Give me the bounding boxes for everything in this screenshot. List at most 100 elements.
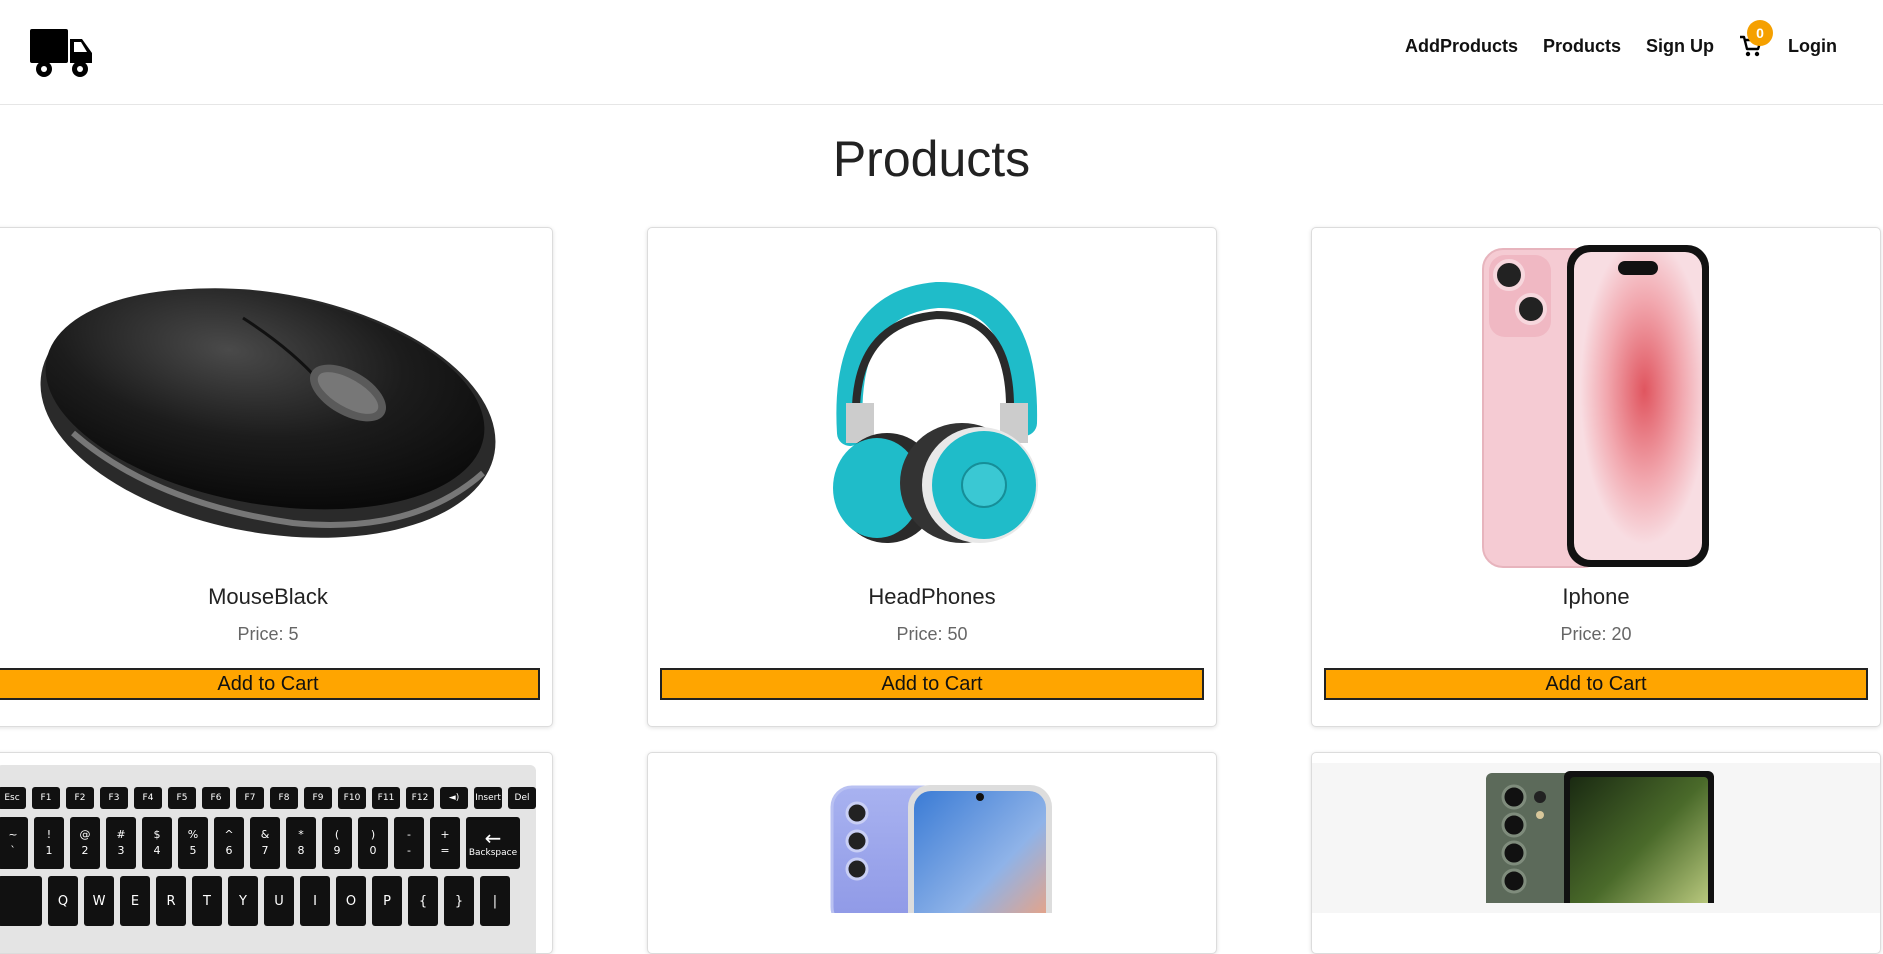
product-name: Iphone [1562,584,1630,609]
nav-login-link[interactable]: Login [1788,36,1837,57]
keyboard-q-row: Q W E R T Y U I O P{} | [0,876,516,926]
keyboard-key: R [156,876,186,926]
product-image-mouse [0,228,552,588]
product-price: Price: 20 [1560,624,1632,644]
nav-links: AddProducts Products Sign Up 0 Login [1405,20,1837,58]
keyboard-key: & 7 [250,817,280,869]
keyboard-key-shift-label: & [260,828,270,841]
product-card: Esc F1 F2 F3 F4 F5 F6 F7 F8 F9 F10 F11 F12 ◄) Insert De… [0,752,553,954]
nav-products-link[interactable]: Products [1543,36,1621,57]
keyboard-key-shift-label: ) [370,828,376,841]
keyboard-key-label: 2 [81,844,89,857]
keyboard-key: @2 [70,817,100,869]
product-card [1311,752,1881,954]
product-image-iphone [1312,228,1880,588]
keyboard-key: F8 [270,787,298,809]
add-to-cart-button[interactable]: Add to Cart [660,668,1204,700]
product-image-blue-phone [648,783,1216,933]
keyboard-key: Del [508,787,536,809]
keyboard-key: (9 [322,817,352,869]
keyboard-key-shift-label: ! [46,828,52,841]
keyboard-key: * 8 [286,817,316,869]
keyboard-key: ) 0 [358,817,388,869]
keyboard-key: F7 [236,787,264,809]
keyboard-key-label: 4 [153,844,161,857]
keyboard-key: O [336,876,366,926]
keyboard-key: F2 [66,787,94,809]
keyboard-key-shift-label: ~ [8,828,18,841]
product-name: MouseBlack [208,584,328,609]
keyboard-key-shift-label: ^ [224,828,234,841]
product-image-green-phone [1312,763,1880,913]
nav-signup-link[interactable]: Sign Up [1646,36,1714,57]
product-image-keyboard: Esc F1 F2 F3 F4 F5 F6 F7 F8 F9 F10 F11 F12 ◄) Insert De… [0,765,536,953]
keyboard-key: ^ 6 [214,817,244,869]
nav-add-products-link[interactable]: AddProducts [1405,36,1518,57]
keyboard-key-label: Backspace [468,848,518,858]
keyboard-key-shift-label: - [407,828,411,841]
product-card: HeadPhones Price: 50 Add to Cart [647,227,1217,727]
keyboard-key-label: 3 [117,844,125,857]
keyboard-key-label: 0 [369,844,377,857]
product-name: HeadPhones [868,584,996,609]
keyboard-key: #3 [106,817,136,869]
keyboard-key: ◄) [440,787,468,809]
keyboard-key-shift-label: $ [153,828,161,841]
keyboard-key: Esc [0,787,26,809]
keyboard-key-shift-label: # [116,828,126,841]
truck-logo-icon[interactable] [30,27,94,79]
keyboard-key-label: - [407,844,411,857]
keyboard-key: } [444,876,474,926]
keyboard-key: Y [228,876,258,926]
keyboard-key: P [372,876,402,926]
page-title: Products [832,131,1031,187]
keyboard-key-label: 9 [333,844,341,857]
keyboard-key: T [192,876,222,926]
keyboard-key: ~ ` [0,817,28,869]
keyboard-key: I [300,876,330,926]
keyboard-key-label: 5 [189,844,197,857]
product-price: Price: 50 [896,624,968,644]
keyboard-key-label: 7 [261,844,269,857]
keyboard-key: F11 [372,787,400,809]
product-price: Price: 5 [237,624,299,644]
keyboard-key: $4 [142,817,172,869]
backspace-arrow-icon: ← [484,826,502,850]
keyboard-key: U [264,876,294,926]
keyboard-key: F10 [338,787,366,809]
keyboard-key: F6 [202,787,230,809]
keyboard-key-shift-label: ( [334,828,340,841]
keyboard-key: | [480,876,510,926]
keyboard-key-shift-label: @ [79,828,91,841]
product-card [647,752,1217,954]
keyboard-number-row: ~ `! 1 @2 #3 $4% 5 ^ 6 & 7 * 8(9) 0- - + = ← Backspace [0,817,526,869]
keyboard-key: { [408,876,438,926]
navbar: AddProducts Products Sign Up 0 Login [0,0,1883,105]
keyboard-tab-key [0,876,42,926]
keyboard-key: F1 [32,787,60,809]
product-card: Iphone Price: 20 Add to Cart [1311,227,1881,727]
keyboard-key-label: = [440,844,450,857]
keyboard-key: Q [48,876,78,926]
keyboard-key: Insert [474,787,502,809]
keyboard-key: % 5 [178,817,208,869]
keyboard-key-shift-label: + [440,828,450,841]
keyboard-key: F3 [100,787,128,809]
keyboard-key-label: 8 [297,844,305,857]
keyboard-key: F12 [406,787,434,809]
product-image-headphones [648,228,1216,588]
keyboard-key-label: 6 [225,844,233,857]
cart-button[interactable]: 0 [1739,20,1774,58]
keyboard-key-shift-label: % [187,828,199,841]
keyboard-key: ! 1 [34,817,64,869]
keyboard-key-label: 1 [45,844,53,857]
keyboard-key: F4 [134,787,162,809]
keyboard-key: F5 [168,787,196,809]
keyboard-key-label: ` [10,844,16,857]
cart-count-badge: 0 [1747,20,1774,46]
add-to-cart-button[interactable]: Add to Cart [1324,668,1868,700]
keyboard-key: -- [394,817,424,869]
keyboard-key-shift-label: * [298,828,304,841]
keyboard-backspace-key: ← Backspace [466,817,520,869]
add-to-cart-button[interactable]: Add to Cart [0,668,540,700]
